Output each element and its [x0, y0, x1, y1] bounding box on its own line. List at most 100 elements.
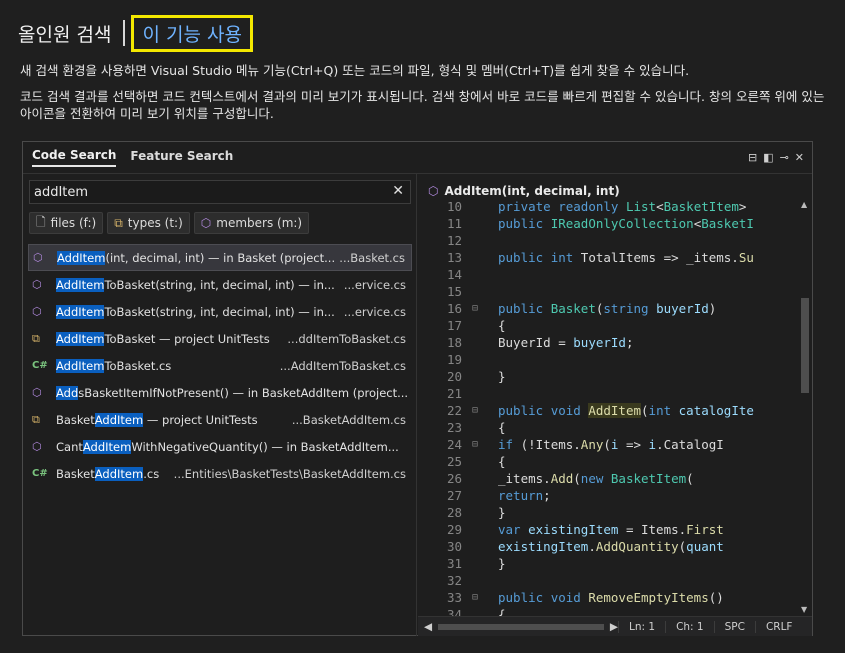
fold-toggle-icon — [462, 385, 488, 402]
pin-icon[interactable]: ⊸ — [780, 151, 789, 164]
code-line[interactable]: 17 { — [418, 317, 812, 334]
filter-files-button[interactable]: 🗋 files (f:) — [29, 212, 104, 234]
fold-toggle-icon — [462, 470, 488, 487]
fold-toggle-icon — [462, 266, 488, 283]
code-line[interactable]: 26 _items.Add(new BasketItem( — [418, 470, 812, 487]
code-line[interactable]: 24 ⊟ if (!Items.Any(i => i.CatalogI — [418, 436, 812, 453]
fold-toggle-icon[interactable]: ⊟ — [462, 589, 488, 606]
page-title: 올인원 검색 — [18, 23, 112, 46]
code-line[interactable]: 33 ⊟ public void RemoveEmptyItems() — [418, 589, 812, 606]
tab-feature-search[interactable]: Feature Search — [130, 149, 233, 166]
scroll-right-icon[interactable]: ▶ — [610, 621, 618, 633]
fold-toggle-icon[interactable]: ⊟ — [462, 300, 488, 317]
result-row[interactable]: ⬡ AddsBasketItemIfNotPresent() — in Bask… — [28, 379, 412, 406]
code-editor[interactable]: 10 private readonly List<BasketItem> 11 p… — [418, 198, 812, 616]
result-row[interactable]: ⧉ AddItemToBasket — project UnitTests ..… — [28, 325, 412, 352]
code-line[interactable]: 30 existingItem.AddQuantity(quant — [418, 538, 812, 555]
fold-toggle-icon — [462, 351, 488, 368]
result-text-post: (int, decimal, int) — in Basket (project… — [105, 250, 336, 265]
filter-types-label: types (t:) — [127, 216, 183, 230]
scroll-down-icon[interactable]: ▼ — [801, 605, 807, 614]
fold-toggle-icon — [462, 606, 488, 616]
result-file: ...Basket.cs — [339, 250, 405, 265]
code-line[interactable]: 28 } — [418, 504, 812, 521]
code-line[interactable]: 22 ⊟ public void AddItem(int catalogIte — [418, 402, 812, 419]
layout-vertical-icon[interactable]: ◧ — [763, 151, 773, 164]
result-row[interactable]: C# AddItemToBasket.cs ...AddItemToBasket… — [28, 352, 412, 379]
code-line[interactable]: 23 { — [418, 419, 812, 436]
result-row[interactable]: C# BasketAddItem.cs ...Entities\BasketTe… — [28, 460, 412, 487]
line-number: 34 — [446, 607, 462, 616]
line-number: 15 — [446, 284, 462, 299]
code-line[interactable]: 32 — [418, 572, 812, 589]
horizontal-scrollbar-thumb[interactable] — [438, 623, 604, 630]
scroll-left-icon[interactable]: ◀ — [424, 621, 432, 633]
line-number: 27 — [446, 488, 462, 503]
status-line-ending[interactable]: CRLF — [754, 620, 803, 633]
fold-toggle-icon[interactable]: ⊟ — [462, 402, 488, 419]
result-row[interactable]: ⬡ AddItemToBasket(string, int, decimal, … — [28, 298, 412, 325]
code-line[interactable]: 10 private readonly List<BasketItem> — [418, 198, 812, 215]
method-icon: ⬡ — [32, 386, 42, 399]
result-text-pre: Cant — [56, 439, 83, 454]
status-whitespace[interactable]: SPC — [713, 620, 755, 633]
layout-horizontal-icon[interactable]: ⊟ — [748, 151, 757, 164]
code-text: BuyerId = buyerId; — [498, 335, 634, 350]
code-line[interactable]: 29 var existingItem = Items.First — [418, 521, 812, 538]
fold-toggle-icon[interactable]: ⊟ — [462, 436, 488, 453]
types-icon: ⧉ — [114, 215, 123, 230]
code-line[interactable]: 20 } — [418, 368, 812, 385]
code-line[interactable]: 31 } — [418, 555, 812, 572]
code-line[interactable]: 21 — [418, 385, 812, 402]
code-text: public int TotalItems => _items.Su — [498, 250, 754, 265]
code-text: { — [498, 318, 506, 333]
code-line[interactable]: 25 { — [418, 453, 812, 470]
scroll-up-icon[interactable]: ▲ — [801, 200, 807, 209]
close-icon[interactable]: ✕ — [795, 151, 804, 164]
method-icon: ⬡ — [32, 278, 42, 291]
result-row[interactable]: ⬡ CantAddItemWithNegativeQuantity() — in… — [28, 433, 412, 460]
result-row[interactable]: ⬡ AddItem(int, decimal, int) — in Basket… — [28, 244, 412, 271]
fold-toggle-icon — [462, 283, 488, 300]
result-file: ...ervice.cs — [343, 304, 406, 319]
vertical-scrollbar[interactable]: ▲ ▼ — [798, 198, 812, 616]
code-text: if (!Items.Any(i => i.CatalogI — [498, 437, 724, 452]
result-text-match: AddItem — [82, 439, 132, 454]
code-line[interactable]: 15 — [418, 283, 812, 300]
method-icon: ⬡ — [32, 440, 42, 453]
result-file: ...ervice.cs — [343, 277, 406, 292]
filter-chips: 🗋 files (f:) ⧉ types (t:) ⬡ members (m:) — [29, 212, 310, 234]
search-input-value[interactable]: addItem — [34, 185, 88, 200]
code-line[interactable]: 12 — [418, 232, 812, 249]
result-file: ...ddItemToBasket.cs — [287, 331, 406, 346]
scrollbar-thumb[interactable] — [801, 298, 809, 393]
fold-toggle-icon — [462, 198, 488, 215]
result-row[interactable]: ⧉ BasketAddItem — project UnitTests ...B… — [28, 406, 412, 433]
code-line[interactable]: 27 return; — [418, 487, 812, 504]
code-line[interactable]: 18 BuyerId = buyerId; — [418, 334, 812, 351]
result-text-match: Add — [56, 385, 79, 400]
search-input[interactable]: addItem ✕ — [29, 180, 411, 204]
result-text-match: AddItem — [94, 466, 144, 481]
line-number: 13 — [446, 250, 462, 265]
code-line[interactable]: 13 public int TotalItems => _items.Su — [418, 249, 812, 266]
fold-toggle-icon — [462, 232, 488, 249]
line-number: 11 — [446, 216, 462, 231]
code-line[interactable]: 16 ⊟ public Basket(string buyerId) — [418, 300, 812, 317]
line-number: 21 — [446, 386, 462, 401]
code-line[interactable]: 11 public IReadOnlyCollection<BasketI — [418, 215, 812, 232]
code-line[interactable]: 34 { — [418, 606, 812, 616]
result-row[interactable]: ⬡ AddItemToBasket(string, int, decimal, … — [28, 271, 412, 298]
filter-members-button[interactable]: ⬡ members (m:) — [193, 212, 310, 234]
horizontal-scrollbar[interactable]: ◀ ▶ — [418, 621, 618, 633]
tab-code-search[interactable]: Code Search — [32, 148, 117, 167]
clear-search-icon[interactable]: ✕ — [392, 183, 404, 199]
code-line[interactable]: 14 — [418, 266, 812, 283]
file-icon: 🗋 — [36, 214, 46, 229]
filter-types-button[interactable]: ⧉ types (t:) — [107, 212, 190, 234]
use-feature-link[interactable]: 이 기능 사용 — [131, 14, 253, 52]
code-line[interactable]: 19 — [418, 351, 812, 368]
